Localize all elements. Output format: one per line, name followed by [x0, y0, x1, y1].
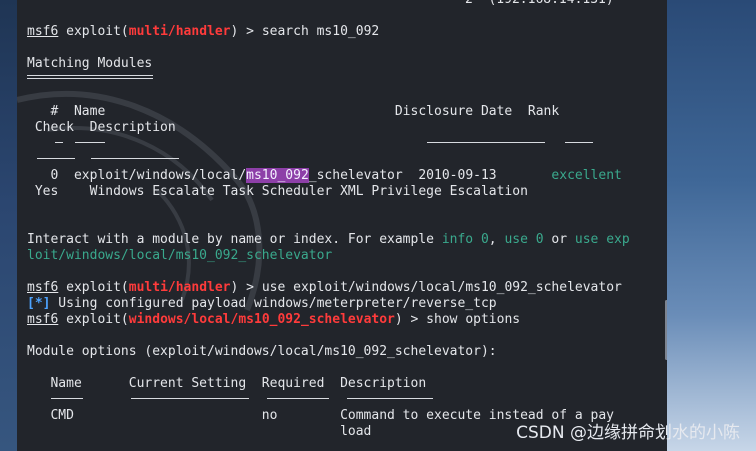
opt-underline-name	[51, 398, 83, 399]
col-underline-desc	[91, 158, 179, 159]
payload-line: [*] Using configured payload windows/met…	[27, 296, 497, 311]
module-row[interactable]: 0 exploit/windows/local/ms10_092_schelev…	[27, 168, 622, 184]
col-underline-num	[55, 142, 63, 143]
title-underline-2	[27, 78, 153, 79]
table-header-2: Check Description	[27, 120, 176, 135]
col-underline-date	[427, 142, 545, 143]
col-underline-name	[75, 142, 105, 143]
csdn-watermark: CSDN @边缘拼命划水的小陈	[516, 423, 740, 443]
module-row-desc: Yes Windows Escalate Task Scheduler XML …	[27, 184, 528, 199]
title-underline	[27, 75, 153, 76]
opt-underline-desc	[347, 398, 433, 399]
msf-prompt: msf6	[27, 24, 59, 39]
desktop-background-right	[667, 0, 756, 451]
col-underline-rank	[565, 142, 593, 143]
matching-modules-title: Matching Modules	[27, 56, 153, 71]
info-tag: [*]	[27, 296, 51, 311]
options-header: Name Current Setting Required Descriptio…	[27, 376, 427, 391]
desktop-background-left	[0, 0, 17, 451]
prompt-line-3: msf6 exploit(windows/local/ms10_092_sche…	[27, 312, 521, 327]
opt-underline-required	[267, 398, 329, 399]
prompt-line-1: msf6 exploit(multi/handler) > search ms1…	[27, 24, 380, 39]
terminal-scrollbar[interactable]	[665, 300, 667, 360]
module-options-title: Module options (exploit/windows/local/ms…	[27, 344, 497, 359]
col-underline-check	[37, 158, 75, 159]
option-row-cmd-wrap: load	[27, 424, 372, 439]
interact-hint-2: loit/windows/local/ms10_092_schelevator	[27, 248, 333, 263]
search-highlight: ms10_092	[246, 168, 309, 183]
previous-output: 2 (192.168.14.131)	[465, 0, 614, 8]
terminal-window[interactable]: 2 (192.168.14.131) msf6 exploit(multi/ha…	[17, 0, 667, 451]
table-header-1: # Name Disclosure Date Rank	[27, 104, 560, 119]
rank-value: excellent	[551, 168, 622, 183]
opt-underline-setting	[131, 398, 249, 399]
prompt-line-2: msf6 exploit(multi/handler) > use exploi…	[27, 280, 622, 295]
interact-hint: Interact with a module by name or index.…	[27, 232, 630, 247]
